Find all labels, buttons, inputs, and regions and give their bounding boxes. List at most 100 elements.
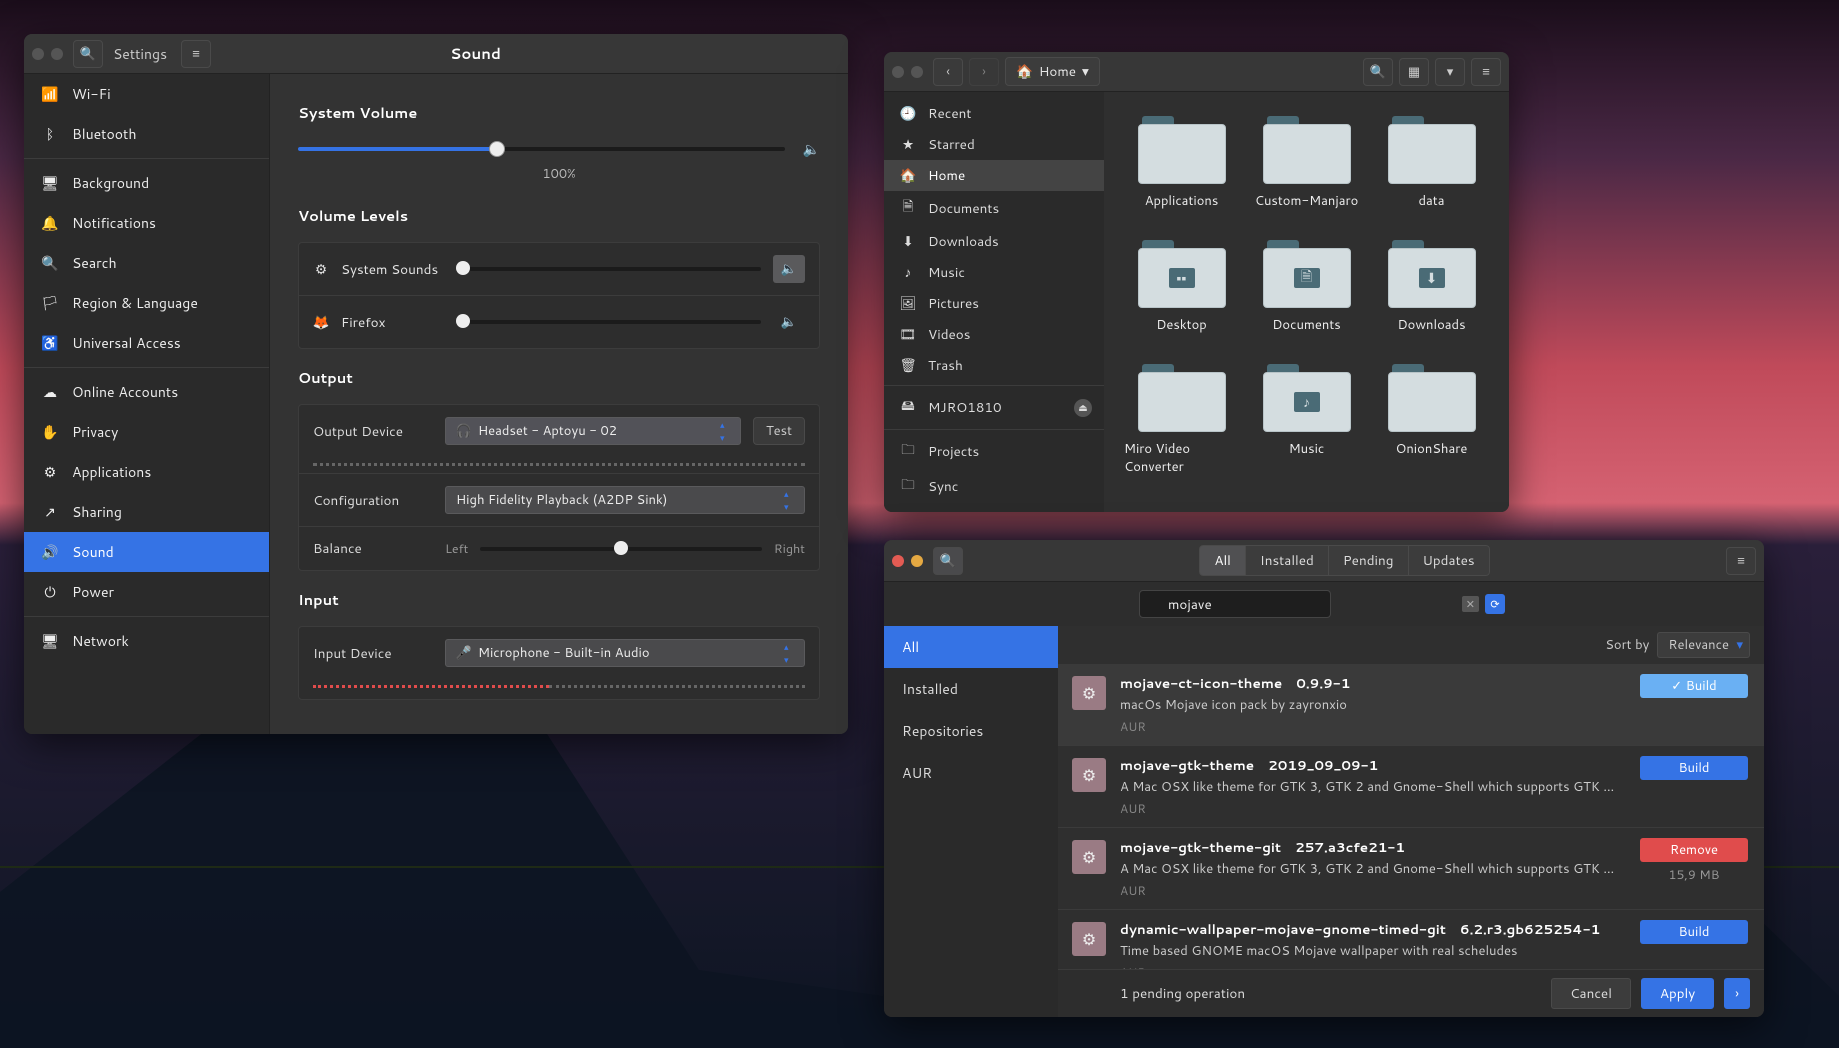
folder-desktop[interactable]: ▪▪ Desktop [1124,240,1239,334]
sidebar-item-bluetooth[interactable]: ᛒBluetooth [24,114,269,154]
details-button[interactable]: › [1724,978,1750,1009]
tab-pending[interactable]: Pending [1329,545,1409,576]
pamac-sidebar-installed[interactable]: Installed [884,668,1058,710]
test-button[interactable]: Test [753,417,805,445]
folder-custom-manjaro[interactable]: Custom-Manjaro [1249,116,1364,210]
view-menu-button[interactable]: ▾ [1435,58,1465,86]
balance-slider[interactable] [480,547,761,551]
sidebar-item-online-accounts[interactable]: ☁Online Accounts [24,372,269,412]
build-button[interactable]: ✓ Build [1640,674,1748,698]
sidebar-item-applications[interactable]: ⚙Applications [24,452,269,492]
clear-search-icon[interactable]: ✕ [1462,596,1479,612]
tab-updates[interactable]: Updates [1409,545,1490,576]
sidebar-icon: ⬇ [900,232,916,251]
build-button[interactable]: Build [1640,756,1748,780]
files-sidebar-recent[interactable]: 🕘Recent [884,98,1104,129]
window-minimize-icon[interactable] [51,48,63,60]
folder-icon [1388,364,1476,432]
remove-button[interactable]: Remove [1640,838,1748,862]
files-sidebar-downloads[interactable]: ⬇Downloads [884,226,1104,257]
sidebar-item-universal-access[interactable]: ♿Universal Access [24,323,269,363]
search-toggle-button[interactable]: 🔍 [933,547,963,575]
sidebar-item-network[interactable]: 🖥Network [24,621,269,661]
mute-button[interactable]: 🔈 [773,255,805,283]
folder-music[interactable]: ♪ Music [1249,364,1364,476]
files-sidebar-pictures[interactable]: 🖼Pictures [884,288,1104,319]
sidebar-item-sound[interactable]: 🔊Sound [24,532,269,572]
location-button[interactable]: 🏠 Home ▾ [1005,57,1100,86]
files-sidebar-projects[interactable]: 🗀Projects [884,434,1104,469]
mute-button[interactable]: 🔈 [773,308,805,336]
files-sidebar-home[interactable]: 🏠Home [884,160,1104,191]
hamburger-icon[interactable]: ≡ [181,40,211,68]
apply-button[interactable]: Apply [1641,978,1714,1009]
search-button[interactable]: 🔍 [73,40,103,68]
build-button[interactable]: Build [1640,920,1748,944]
tab-all[interactable]: All [1199,545,1246,576]
folder-documents[interactable]: 🗎 Documents [1249,240,1364,334]
sidebar-icon: 🖴 [900,396,916,419]
sort-combo[interactable]: Relevance [1657,632,1750,658]
package-description: A Mac OSX like theme for GTK 3, GTK 2 an… [1120,860,1624,878]
files-titlebar: ‹ › 🏠 Home ▾ 🔍 ▦ ▾ ≡ [884,52,1509,92]
files-sidebar-trash[interactable]: 🗑Trash [884,350,1104,381]
package-row[interactable]: ⚙ mojave-gtk-theme-git257.a3cfe21-1 A Ma… [1058,827,1764,909]
sidebar-item-background[interactable]: 🖥Background [24,163,269,203]
output-device-combo[interactable]: 🎧 Headset - Aptoyu - 02 ▴▾ [445,417,741,445]
files-sidebar-starred[interactable]: ★Starred [884,129,1104,160]
input-device-combo[interactable]: 🎤 Microphone - Built-in Audio ▴▾ [445,639,805,667]
balance-right-label: Right [774,540,805,558]
search-input[interactable] [1139,590,1331,618]
cancel-button[interactable]: Cancel [1551,978,1631,1009]
folder-miro-video-converter[interactable]: Miro Video Converter [1124,364,1239,476]
package-row[interactable]: ⚙ mojave-gtk-theme2019_09_09-1 A Mac OSX… [1058,745,1764,827]
speaker-icon: 🔈 [803,139,820,159]
sidebar-item-sharing[interactable]: ↗Sharing [24,492,269,532]
files-sidebar-videos[interactable]: 🎞Videos [884,319,1104,350]
package-row[interactable]: ⚙ mojave-ct-icon-theme0.9.9-1 macOs Moja… [1058,664,1764,745]
sidebar-item-region-language[interactable]: 🏳Region & Language [24,283,269,323]
tab-installed[interactable]: Installed [1246,545,1329,576]
app-icon: ⚙ [313,260,329,279]
files-sidebar-music[interactable]: ♪Music [884,257,1104,288]
app-volume-slider[interactable] [463,267,761,271]
sidebar-item-notifications[interactable]: 🔔Notifications [24,203,269,243]
balance-label: Balance [313,539,433,558]
view-options-button[interactable]: ▦ [1399,58,1429,86]
window-close-icon[interactable] [892,555,904,567]
sidebar-item-privacy[interactable]: ✋Privacy [24,412,269,452]
files-sidebar-doco[interactable]: 🗀DOCO [884,504,1104,512]
files-sidebar-sync[interactable]: 🗀Sync [884,469,1104,504]
files-sidebar-mjro1810[interactable]: 🖴MJRO1810⏏ [884,390,1104,425]
window-close-icon[interactable] [32,48,44,60]
system-volume-slider[interactable] [298,147,785,151]
folder-icon [1263,116,1351,184]
window-close-icon[interactable] [892,66,904,78]
hamburger-icon[interactable]: ≡ [1471,58,1501,86]
search-button[interactable]: 🔍 [1363,58,1393,86]
eject-icon[interactable]: ⏏ [1074,399,1092,417]
input-level-meter-inactive [549,685,805,689]
pamac-sidebar-all[interactable]: All [884,626,1058,668]
package-row[interactable]: ⚙ dynamic-wallpaper-mojave-gnome-timed-g… [1058,909,1764,969]
hamburger-icon[interactable]: ≡ [1726,547,1756,575]
configuration-combo[interactable]: High Fidelity Playback (A2DP Sink) ▴▾ [445,486,805,514]
refresh-icon[interactable]: ⟳ [1485,594,1505,614]
pamac-sidebar-repositories[interactable]: Repositories [884,710,1058,752]
window-minimize-icon[interactable] [911,66,923,78]
forward-button[interactable]: › [969,58,999,86]
files-sidebar-documents[interactable]: 🗎Documents [884,191,1104,226]
sidebar-item-search[interactable]: 🔍Search [24,243,269,283]
folder-icon [1138,364,1226,432]
folder-data[interactable]: data [1374,116,1489,210]
folder-downloads[interactable]: ⬇ Downloads [1374,240,1489,334]
pamac-sidebar-aur[interactable]: AUR [884,752,1058,794]
sidebar-item-power[interactable]: ⏻Power [24,572,269,612]
folder-onionshare[interactable]: OnionShare [1374,364,1489,476]
filter-tabs: AllInstalledPendingUpdates [1199,545,1489,576]
folder-applications[interactable]: Applications [1124,116,1239,210]
sidebar-item-wi-fi[interactable]: 📶Wi-Fi [24,74,269,114]
window-minimize-icon[interactable] [911,555,923,567]
app-volume-slider[interactable] [463,320,761,324]
back-button[interactable]: ‹ [933,58,963,86]
